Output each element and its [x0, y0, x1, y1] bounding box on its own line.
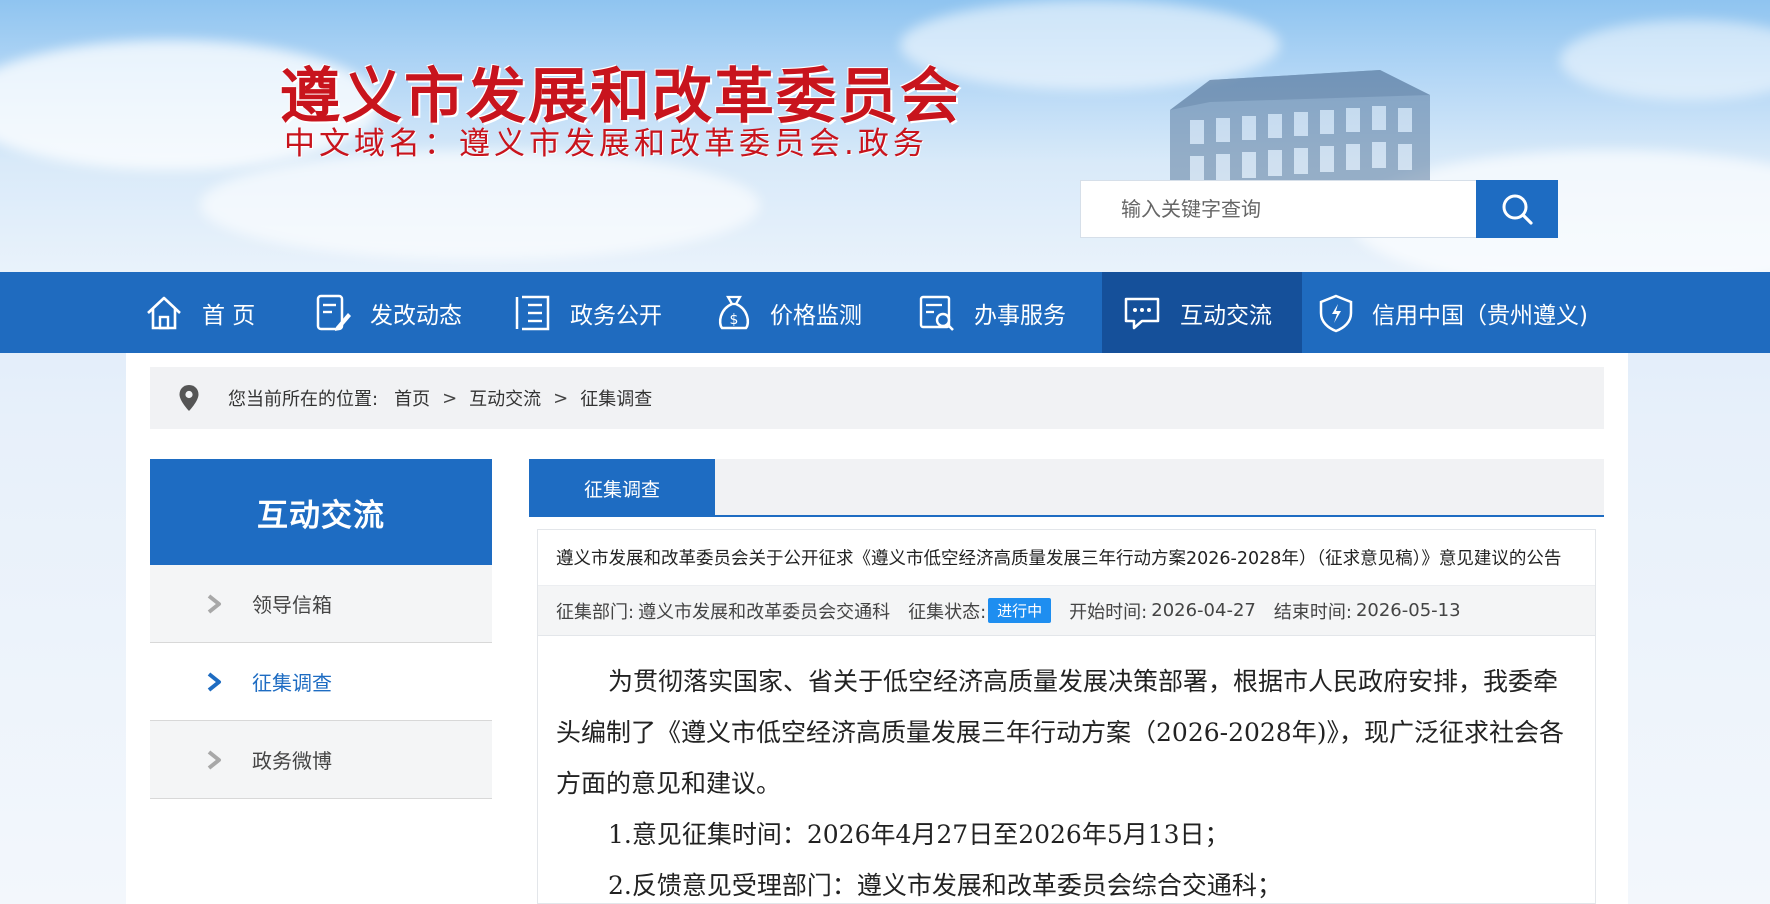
list-icon: [515, 295, 550, 330]
nav-item-gov-public[interactable]: 政务公开: [514, 272, 662, 353]
nav-item-interaction[interactable]: 互动交流: [1102, 272, 1302, 353]
article-meta: 征集部门: 遵义市发展和改革委员会交通科 征集状态: 进行中 开始时间: 202…: [538, 586, 1595, 636]
tab-bar: 征集调查: [529, 459, 1604, 517]
sidebar-item-label: 政务微博: [252, 749, 332, 773]
nav-label: 政务公开: [570, 302, 662, 329]
article-paragraph: 为贯彻落实国家、省关于低空经济高质量发展决策部署，根据市人民政府安排，我委牵头编…: [556, 667, 1564, 798]
sidebar-item-label: 领导信箱: [252, 593, 332, 617]
meta-end-label: 结束时间:: [1273, 601, 1352, 623]
nav-label: 办事服务: [974, 302, 1066, 329]
nav-item-news[interactable]: 发改动态: [314, 272, 462, 353]
nav-label: 价格监测: [770, 302, 862, 329]
money-bag-icon: $: [718, 295, 750, 329]
home-icon: [147, 296, 181, 329]
meta-start-value: 2026-04-27: [1151, 600, 1256, 621]
cloud-decoration: [200, 150, 760, 260]
sidebar-item-label: 征集调查: [252, 671, 332, 695]
status-badge: 进行中: [988, 598, 1052, 623]
article: 遵义市发展和改革委员会关于公开征求《遵义市低空经济高质量发展三年行动方案2026…: [537, 529, 1596, 904]
search-input[interactable]: [1080, 180, 1476, 238]
svg-text:$: $: [730, 312, 739, 328]
sidebar-item-gov-weibo[interactable]: 政务微博: [150, 721, 492, 799]
breadcrumb-separator: >: [553, 387, 569, 409]
nav-label: 首 页: [202, 302, 256, 329]
article-title: 遵义市发展和改革委员会关于公开征求《遵义市低空经济高质量发展三年行动方案2026…: [538, 530, 1595, 586]
tab-survey[interactable]: 征集调查: [529, 459, 715, 517]
meta-dept-value: 遵义市发展和改革委员会交通科: [638, 601, 891, 623]
location-pin-icon: [179, 385, 199, 411]
nav-item-home[interactable]: 首 页: [144, 272, 255, 353]
meta-dept-label: 征集部门:: [556, 601, 635, 623]
shield-icon: [1319, 294, 1353, 332]
breadcrumb-separator: >: [442, 387, 458, 409]
chevron-right-icon: [207, 671, 221, 692]
meta-status-label: 征集状态:: [908, 601, 987, 623]
nav-label: 发改动态: [370, 302, 462, 329]
main-panel: 征集调查 遵义市发展和改革委员会关于公开征求《遵义市低空经济高质量发展三年行动方…: [529, 459, 1604, 904]
meta-start-label: 开始时间:: [1069, 601, 1148, 623]
sidebar-item-leader-mailbox[interactable]: 领导信箱: [150, 565, 492, 643]
document-edit-icon: [316, 294, 351, 331]
nav-label: 信用中国（贵州遵义): [1372, 302, 1588, 329]
search-bar: [1080, 180, 1558, 238]
building-illustration: [1170, 70, 1430, 190]
breadcrumb-prefix: 您当前所在的位置:: [228, 389, 379, 410]
nav-item-services[interactable]: 办事服务: [918, 272, 1066, 353]
article-body: 为贯彻落实国家、省关于低空经济高质量发展决策部署，根据市人民政府安排，我委牵头编…: [538, 636, 1595, 903]
breadcrumb-current: 征集调查: [580, 389, 653, 410]
sidebar-title: 互动交流: [150, 459, 492, 565]
chevron-right-icon: [207, 749, 221, 770]
sidebar: 互动交流 领导信箱 征集调查 政务微博: [150, 459, 492, 799]
meta-end-value: 2026-05-13: [1355, 600, 1461, 621]
breadcrumb-link-home[interactable]: 首页: [394, 385, 430, 411]
chat-icon: [1124, 297, 1160, 329]
main-nav: 首 页 发改动态 政务公开 $ 价格监测 办事服务 互动交流 信用中国（贵州遵义…: [0, 272, 1770, 353]
content-area: 您当前所在的位置: 首页 > 互动交流 > 征集调查 互动交流 领导信箱 征集调…: [126, 353, 1628, 904]
site-domain: 中文域名：遵义市发展和改革委员会.政务: [284, 126, 928, 162]
nav-item-credit-china[interactable]: 信用中国（贵州遵义): [1318, 272, 1588, 353]
search-icon: [1502, 194, 1533, 225]
article-list-item: 2.反馈意见受理部门：遵义市发展和改革委员会综合交通科；: [608, 871, 1282, 900]
article-list-item: 1.意见征集时间：2026年4月27日至2026年5月13日；: [608, 820, 1230, 849]
search-button[interactable]: [1476, 180, 1558, 238]
breadcrumb: 您当前所在的位置: 首页 > 互动交流 > 征集调查: [150, 367, 1604, 429]
nav-item-price-monitor[interactable]: $ 价格监测: [716, 272, 862, 353]
service-search-icon: [919, 295, 954, 331]
breadcrumb-link-interaction[interactable]: 互动交流: [469, 385, 541, 411]
nav-label: 互动交流: [1180, 302, 1272, 329]
chevron-right-icon: [207, 593, 221, 614]
cloud-decoration: [1560, 20, 1770, 100]
site-header: 遵义市发展和改革委员会 中文域名：遵义市发展和改革委员会.政务: [0, 0, 1770, 272]
sidebar-item-survey[interactable]: 征集调查: [150, 643, 492, 721]
